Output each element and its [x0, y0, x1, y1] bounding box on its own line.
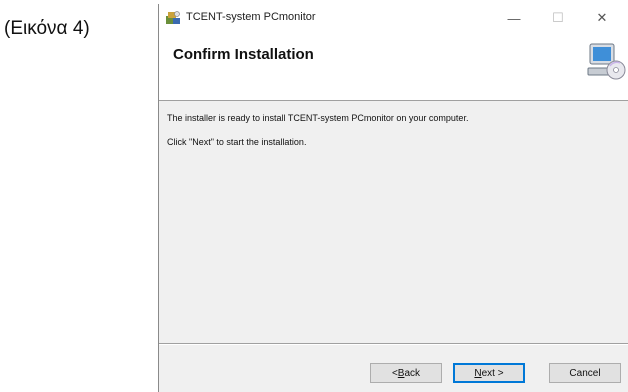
cancel-button[interactable]: Cancel [549, 363, 621, 383]
next-label-rest: ext > [481, 367, 504, 379]
installer-window: TCENT-system PCmonitor — ☐ ✕ Confirm Ins… [158, 4, 628, 392]
instruction-message: Click "Next" to start the installation. [167, 137, 307, 147]
dialog-content: The installer is ready to install TCENT-… [159, 101, 628, 345]
close-icon: ✕ [596, 10, 608, 25]
maximize-button[interactable]: ☐ [536, 4, 580, 32]
page-title: Confirm Installation [173, 46, 314, 63]
computer-cd-icon [587, 43, 626, 80]
back-button[interactable]: < Back [370, 363, 442, 383]
ready-message: The installer is ready to install TCENT-… [167, 113, 469, 123]
window-title: TCENT-system PCmonitor [186, 11, 316, 23]
back-label-rest: ack [404, 367, 421, 379]
maximize-icon: ☐ [552, 10, 564, 25]
dialog-header: Confirm Installation [159, 32, 628, 101]
footer-divider [159, 343, 628, 345]
installer-icon [166, 11, 180, 24]
back-mnemonic: B [397, 367, 405, 379]
minimize-button[interactable]: — [492, 4, 536, 32]
close-button[interactable]: ✕ [580, 4, 624, 32]
minimize-icon: — [507, 10, 521, 26]
next-mnemonic: N [474, 367, 482, 379]
cancel-label: Cancel [569, 367, 601, 379]
next-button[interactable]: Next > [453, 363, 525, 383]
title-bar[interactable]: TCENT-system PCmonitor — ☐ ✕ [159, 4, 628, 32]
figure-caption: (Εικόνα 4) [4, 18, 90, 39]
